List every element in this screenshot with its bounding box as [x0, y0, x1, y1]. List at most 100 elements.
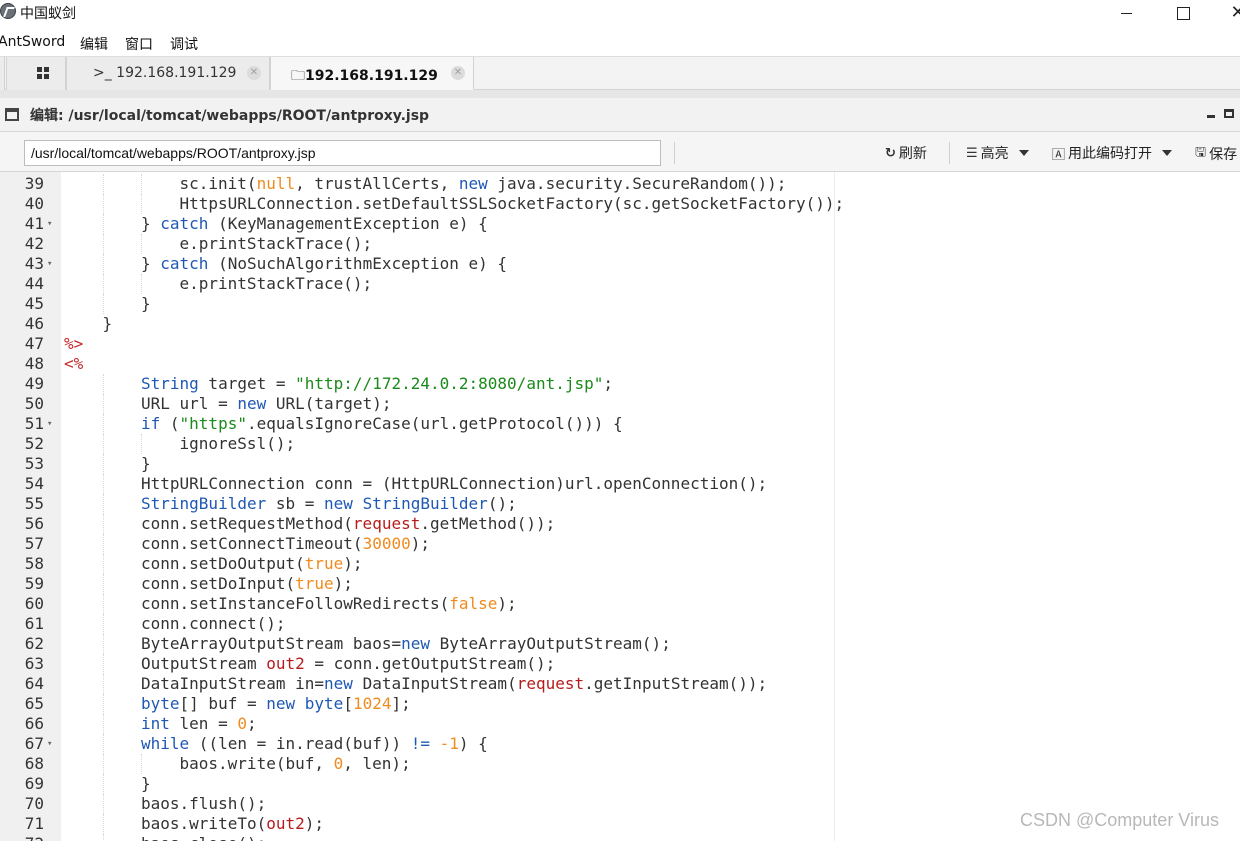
code-line: 50 URL url = new URL(target);	[0, 394, 1240, 414]
code-text: baos.close();	[141, 834, 266, 841]
menu-window[interactable]: 窗口	[125, 34, 153, 54]
line-number: 70	[24, 794, 44, 813]
code-line: 45}	[0, 294, 1240, 314]
code-token: out2	[266, 654, 305, 673]
code-line: 65 byte[] buf = new byte[1024];	[0, 694, 1240, 714]
code-text: conn.setRequestMethod(request.getMethod(…	[141, 514, 555, 534]
tab-file-manager[interactable]: 🗀192.168.191.129 ✕	[270, 57, 474, 90]
code-token: = conn.getOutputStream();	[304, 654, 556, 673]
code-token: }	[141, 294, 151, 313]
refresh-button[interactable]: ↻ 刷新	[885, 143, 927, 163]
code-token: new	[324, 674, 353, 693]
code-token: URL(target);	[266, 394, 392, 413]
tab-overflow-handle[interactable]	[0, 57, 5, 90]
line-number: 71	[24, 814, 44, 833]
line-number: 52	[24, 434, 44, 453]
highlight-dropdown[interactable]: ☰ 高亮	[966, 143, 1029, 163]
code-token: ((len = in.read(buf))	[189, 734, 411, 753]
menu-bar: AntSword 编辑 窗口 调试	[0, 28, 1240, 56]
tab-bar: >_ 192.168.191.129 ✕ 🗀192.168.191.129 ✕	[0, 56, 1240, 90]
indent-guide	[102, 274, 104, 294]
line-number: 69	[24, 774, 44, 793]
code-text: ByteArrayOutputStream baos=new ByteArray…	[141, 634, 671, 654]
code-token: request	[352, 514, 421, 533]
code-text: conn.setDoInput(true);	[141, 574, 353, 594]
maximize-window-button[interactable]	[1163, 0, 1203, 26]
menu-antsword[interactable]: AntSword	[0, 34, 65, 50]
code-token: baos.write(buf,	[179, 754, 334, 773]
tab-file-manager-close-icon[interactable]: ✕	[451, 66, 465, 80]
code-token: new	[237, 394, 267, 413]
code-token: .getInputStream());	[584, 674, 768, 693]
line-number: 72	[0, 834, 44, 841]
code-text: baos.write(buf, 0, len);	[180, 754, 411, 774]
code-token: URL url =	[141, 394, 238, 413]
code-text: %>	[64, 334, 83, 354]
line-number: 45	[24, 294, 44, 313]
code-token: ByteArrayOutputStream();	[430, 634, 671, 653]
code-token: );	[343, 554, 363, 573]
code-text: int len = 0;	[141, 714, 257, 734]
code-text: }	[141, 774, 151, 794]
indent-guide	[102, 614, 104, 634]
code-line: 55 StringBuilder sb = new StringBuilder()…	[0, 494, 1240, 514]
line-number: 65	[24, 694, 44, 713]
indent-guide	[102, 194, 104, 214]
antsword-logo-icon	[0, 3, 16, 19]
code-token: e.printStackTrace();	[179, 274, 373, 293]
indent-guide	[102, 494, 104, 514]
code-text: DataInputStream in=new DataInputStream(r…	[141, 674, 767, 694]
tab-terminal[interactable]: >_ 192.168.191.129 ✕	[66, 57, 270, 90]
code-text: }	[141, 294, 151, 314]
code-line: 59 conn.setDoInput(true);	[0, 574, 1240, 594]
fold-toggle-icon[interactable]: ▾	[47, 254, 52, 274]
code-token: if	[141, 414, 161, 433]
panel-restore-button[interactable]	[1224, 109, 1234, 118]
code-token: "https"	[179, 414, 247, 433]
code-line: 39 sc.init(null, trustAllCerts, new java.…	[0, 174, 1240, 194]
code-text: baos.flush();	[141, 794, 266, 814]
code-token: (	[160, 414, 180, 433]
file-path-input[interactable]	[24, 140, 661, 166]
code-token: HttpsURLConnection.setDefaultSSLSocketFa…	[179, 194, 845, 213]
close-window-button[interactable]: ✕	[1218, 0, 1240, 26]
code-token: true	[295, 574, 334, 593]
fold-toggle-icon[interactable]: ▾	[47, 414, 52, 434]
code-token: byte	[141, 694, 180, 713]
indent-guide	[102, 394, 104, 414]
code-token: StringBuilder	[362, 494, 488, 513]
tab-terminal-close-icon[interactable]: ✕	[247, 66, 261, 80]
code-text: URL url = new URL(target);	[141, 394, 391, 414]
window-title: 中国蚁剑	[20, 6, 76, 22]
line-number: 49	[24, 374, 44, 393]
menu-edit[interactable]: 编辑	[80, 34, 108, 54]
indent-guide	[141, 274, 142, 294]
save-button[interactable]: 🖫 保存	[1195, 143, 1237, 165]
line-number: 63	[24, 654, 44, 673]
indent-guide	[102, 594, 104, 614]
tab-home[interactable]	[6, 57, 66, 90]
code-token: (KeyManagementException e) {	[208, 214, 488, 233]
panel-minimize-button[interactable]	[1207, 115, 1215, 118]
code-token: true	[304, 554, 344, 573]
indent-guide	[102, 814, 104, 834]
line-number: 55	[24, 494, 44, 513]
code-token: e.printStackTrace();	[179, 234, 373, 253]
code-line: 63 OutputStream out2 = conn.getOutputStre…	[0, 654, 1240, 674]
code-line: 68 baos.write(buf, 0, len);	[0, 754, 1240, 774]
open-with-encoding-dropdown[interactable]: 🄰 用此编码打开	[1052, 143, 1173, 163]
indent-guide	[102, 554, 104, 574]
minimize-window-button[interactable]	[1106, 0, 1146, 26]
indent-guide	[102, 694, 104, 714]
indent-guide	[102, 714, 104, 734]
grid-icon	[37, 67, 50, 79]
code-token: "http://172.24.0.2:8080/ant.jsp"	[295, 374, 604, 393]
menu-debug[interactable]: 调试	[170, 34, 198, 54]
code-token: java.security.SecureRandom());	[487, 174, 787, 193]
fold-toggle-icon[interactable]: ▾	[47, 734, 52, 754]
fold-toggle-icon[interactable]: ▾	[47, 214, 52, 234]
code-editor[interactable]: 39 sc.init(null, trustAllCerts, new java.…	[0, 172, 1240, 841]
code-token: );	[333, 574, 353, 593]
indent-guide	[102, 794, 104, 814]
indent-guide	[102, 454, 104, 474]
